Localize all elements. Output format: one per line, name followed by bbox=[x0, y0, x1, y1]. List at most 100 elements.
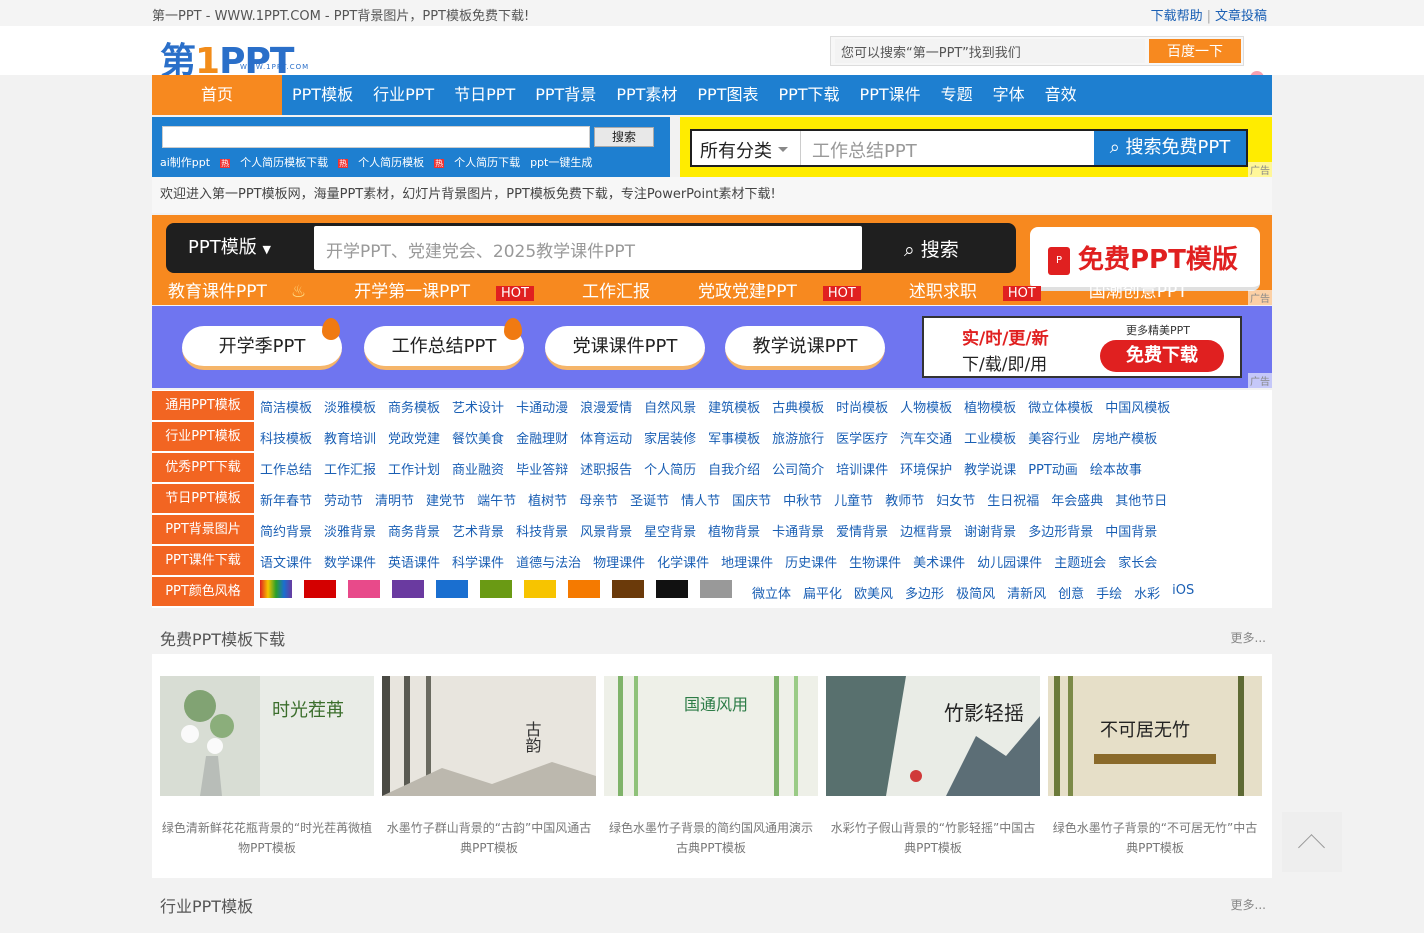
category-link[interactable]: 体育运动 bbox=[580, 428, 632, 447]
category-link[interactable]: 艺术背景 bbox=[452, 521, 504, 540]
category-label[interactable]: PPT颜色风格 bbox=[152, 577, 254, 606]
nav-item[interactable]: PPT模板 bbox=[292, 75, 353, 115]
category-link[interactable]: iOS bbox=[1172, 583, 1194, 602]
category-link[interactable]: 幼儿园课件 bbox=[977, 552, 1042, 571]
nav-item[interactable]: 音效 bbox=[1045, 75, 1077, 115]
site-search-input[interactable] bbox=[162, 126, 590, 148]
nav-item[interactable]: 行业PPT bbox=[373, 75, 434, 115]
category-label[interactable]: 节日PPT模板 bbox=[152, 484, 254, 513]
category-link[interactable]: 植树节 bbox=[528, 490, 567, 509]
category-link[interactable]: 述职报告 bbox=[580, 459, 632, 478]
category-link[interactable]: 教师节 bbox=[885, 490, 924, 509]
template-thumbnail[interactable]: 国通风用 bbox=[604, 676, 818, 796]
category-link[interactable]: 自然风景 bbox=[644, 397, 696, 416]
category-link[interactable]: 科技背景 bbox=[516, 521, 568, 540]
ad2-tag[interactable]: 教育课件PPT ♨ bbox=[168, 277, 330, 302]
category-link[interactable]: 扁平化 bbox=[803, 583, 842, 602]
submit-article-link[interactable]: 文章投稿 bbox=[1215, 9, 1267, 24]
template-card[interactable]: 不可居无竹 绿色水墨竹子背景的“不可居无竹”中古典PPT模板 bbox=[1040, 658, 1262, 874]
ad2-tag[interactable]: 国潮创意PPT bbox=[1089, 277, 1212, 302]
category-link[interactable]: 多边形背景 bbox=[1028, 521, 1093, 540]
category-link[interactable]: 中国风模板 bbox=[1105, 397, 1170, 416]
ad2-search-button[interactable]: ⌕ 搜索 bbox=[904, 235, 959, 262]
category-link[interactable]: 清明节 bbox=[375, 490, 414, 509]
nav-item[interactable]: 节日PPT bbox=[454, 75, 515, 115]
more-link[interactable]: 更多... bbox=[1231, 629, 1266, 646]
category-link[interactable]: 餐饮美食 bbox=[452, 428, 504, 447]
category-link[interactable]: 军事模板 bbox=[708, 428, 760, 447]
category-link[interactable]: 创意 bbox=[1058, 583, 1084, 602]
category-link[interactable]: 简约背景 bbox=[260, 521, 312, 540]
color-swatch[interactable] bbox=[568, 580, 600, 598]
category-select[interactable]: 所有分类 bbox=[700, 137, 788, 163]
template-thumbnail[interactable]: 古韵 bbox=[382, 676, 596, 796]
category-link[interactable]: 端午节 bbox=[477, 490, 516, 509]
keyword-link[interactable]: 个人简历下载 bbox=[454, 156, 520, 169]
category-link[interactable]: 清新风 bbox=[1007, 583, 1046, 602]
color-swatch[interactable] bbox=[612, 580, 644, 598]
ad-search-button[interactable]: ⌕ 搜索免费PPT bbox=[1094, 131, 1246, 165]
ad2-tag[interactable]: 开学第一课PPT HOT bbox=[354, 277, 558, 302]
category-link[interactable]: 欧美风 bbox=[854, 583, 893, 602]
site-search-button[interactable]: 搜索 bbox=[594, 127, 654, 147]
free-download-button[interactable]: 免费下载 bbox=[1100, 340, 1224, 372]
category-link[interactable]: 工作汇报 bbox=[324, 459, 376, 478]
color-swatch[interactable] bbox=[392, 580, 424, 598]
category-link[interactable]: 人物模板 bbox=[900, 397, 952, 416]
category-link[interactable]: 家长会 bbox=[1118, 552, 1157, 571]
template-title[interactable]: 绿色清新鲜花花瓶背景的“时光茬苒微植物PPT模板 bbox=[160, 818, 374, 858]
template-card[interactable]: 竹影轻摇 水彩竹子假山背景的“竹影轻摇”中国古典PPT模板 bbox=[818, 658, 1040, 874]
category-link[interactable]: 爱情背景 bbox=[836, 521, 888, 540]
category-link[interactable]: 时尚模板 bbox=[836, 397, 888, 416]
category-label[interactable]: PPT课件下载 bbox=[152, 546, 254, 575]
category-link[interactable]: 美容行业 bbox=[1028, 428, 1080, 447]
category-link[interactable]: 水彩 bbox=[1134, 583, 1160, 602]
category-link[interactable]: 自我介绍 bbox=[708, 459, 760, 478]
category-link[interactable]: 卡通背景 bbox=[772, 521, 824, 540]
category-link[interactable]: 数学课件 bbox=[324, 552, 376, 571]
category-link[interactable]: 年会盛典 bbox=[1051, 490, 1103, 509]
keyword-link[interactable]: ai制作ppt bbox=[160, 156, 210, 169]
back-to-top-button[interactable] bbox=[1282, 812, 1342, 872]
color-swatch[interactable] bbox=[436, 580, 468, 598]
ad-topic-banner[interactable]: 开学季PPT 工作总结PPT 党课课件PPT 教学说课PPT 实/时/更/新 下… bbox=[152, 306, 1272, 388]
color-swatch[interactable] bbox=[700, 580, 732, 598]
color-swatch[interactable] bbox=[304, 580, 336, 598]
category-link[interactable]: 浪漫爱情 bbox=[580, 397, 632, 416]
category-link[interactable]: 道德与法治 bbox=[516, 552, 581, 571]
category-link[interactable]: 边框背景 bbox=[900, 521, 952, 540]
category-link[interactable]: 风景背景 bbox=[580, 521, 632, 540]
ad-search-banner[interactable]: 所有分类 工作总结PPT ⌕ 搜索免费PPT 广告 bbox=[680, 117, 1272, 177]
category-link[interactable]: PPT动画 bbox=[1028, 459, 1078, 478]
category-link[interactable]: 毕业答辩 bbox=[516, 459, 568, 478]
nav-item[interactable]: 字体 bbox=[993, 75, 1025, 115]
category-link[interactable]: 劳动节 bbox=[324, 490, 363, 509]
category-link[interactable]: 新年春节 bbox=[260, 490, 312, 509]
keyword-link[interactable]: 个人简历模板 bbox=[358, 156, 424, 169]
nav-item[interactable]: PPT课件 bbox=[860, 75, 921, 115]
category-link[interactable]: 地理课件 bbox=[721, 552, 773, 571]
category-link[interactable]: 主题班会 bbox=[1054, 552, 1106, 571]
category-link[interactable]: 绘本故事 bbox=[1090, 459, 1142, 478]
category-link[interactable]: 手绘 bbox=[1096, 583, 1122, 602]
color-swatch[interactable] bbox=[480, 580, 512, 598]
category-link[interactable]: 艺术设计 bbox=[452, 397, 504, 416]
category-link[interactable]: 情人节 bbox=[681, 490, 720, 509]
category-link[interactable]: 教学说课 bbox=[964, 459, 1016, 478]
template-thumbnail[interactable]: 时光茬苒 bbox=[160, 676, 374, 796]
topic-pill[interactable]: 开学季PPT bbox=[182, 318, 342, 370]
nav-item[interactable]: PPT素材 bbox=[616, 75, 677, 115]
category-link[interactable]: 卡通动漫 bbox=[516, 397, 568, 416]
category-link[interactable]: 微立体 bbox=[752, 583, 791, 602]
topic-pill[interactable]: 工作总结PPT bbox=[364, 318, 524, 370]
category-label[interactable]: 优秀PPT下载 bbox=[152, 453, 254, 482]
category-label[interactable]: 行业PPT模板 bbox=[152, 422, 254, 451]
download-help-link[interactable]: 下载帮助 bbox=[1151, 9, 1203, 24]
nav-item[interactable]: PPT图表 bbox=[697, 75, 758, 115]
category-link[interactable]: 植物模板 bbox=[964, 397, 1016, 416]
category-link[interactable]: 环境保护 bbox=[900, 459, 952, 478]
ad2-input[interactable]: 开学PPT、党建党会、2025教学课件PPT bbox=[314, 226, 862, 270]
baidu-search-input[interactable] bbox=[835, 39, 1145, 63]
category-link[interactable]: 汽车交通 bbox=[900, 428, 952, 447]
ad2-tag[interactable]: 工作汇报 bbox=[582, 277, 674, 302]
